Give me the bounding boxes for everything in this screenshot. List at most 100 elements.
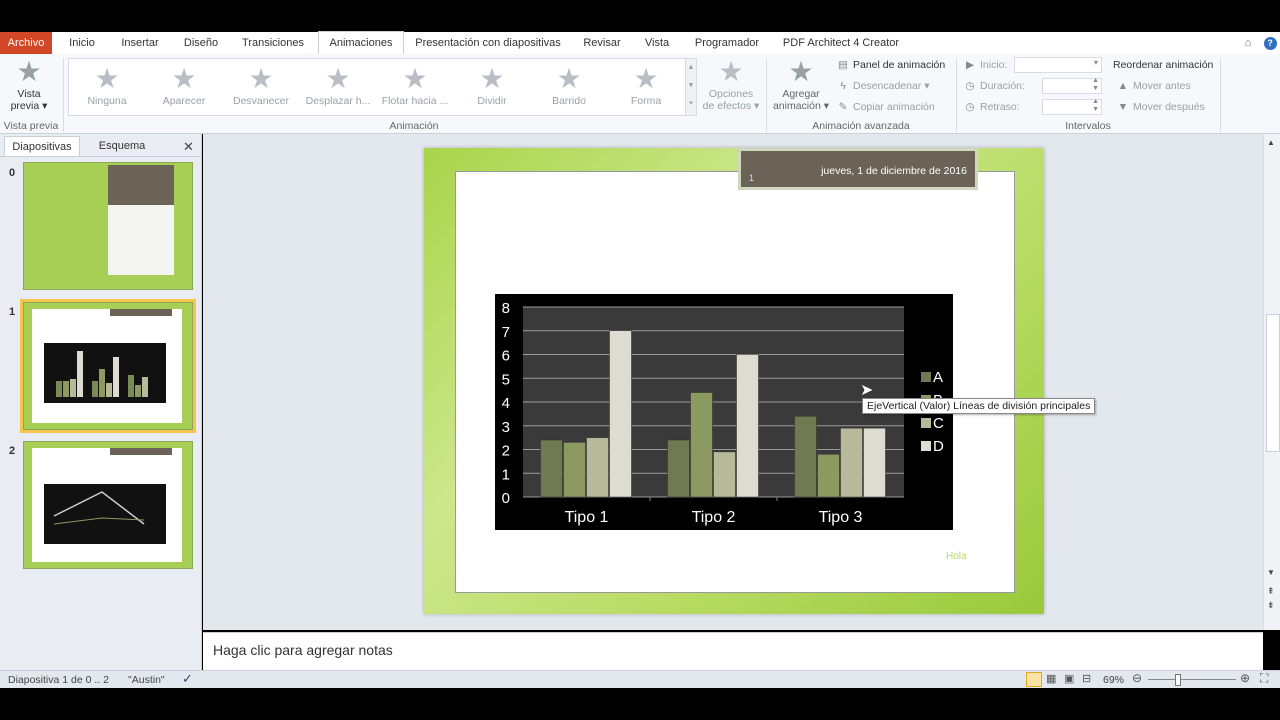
star-icon: ★: [633, 63, 659, 94]
bar-C-3: [840, 427, 863, 498]
y-tick-label: 6: [502, 348, 510, 365]
start-dropdown[interactable]: ▾: [1014, 57, 1102, 73]
normal-view-icon[interactable]: [1026, 672, 1042, 687]
y-tick-label: 0: [502, 490, 510, 507]
animation-pane-button[interactable]: ▤ Panel de animación: [837, 59, 945, 71]
triangle-up-icon: ▲: [1117, 80, 1129, 92]
zoom-slider[interactable]: [1148, 679, 1236, 680]
x-tick-label: Tipo 3: [819, 509, 863, 526]
y-tick-label: 1: [502, 466, 510, 483]
group-label-advanced: Animación avanzada: [812, 120, 910, 132]
slide-header-box[interactable]: 1 jueves, 1 de diciembre de 2016: [738, 148, 978, 190]
minimize-ribbon-icon[interactable]: ⌂: [1240, 32, 1256, 54]
thumb-page: [32, 309, 182, 423]
help-icon[interactable]: ?: [1262, 32, 1278, 54]
effect-options-button[interactable]: ★ Opciones de efectos ▾: [700, 56, 762, 113]
y-tick-label: 7: [502, 324, 510, 341]
thumb-page: [32, 448, 182, 562]
lightning-icon: ϟ: [840, 80, 846, 92]
duration-spinner[interactable]: ▲ ▼: [1042, 77, 1102, 94]
zoom-in-icon[interactable]: ⊕: [1240, 671, 1250, 685]
reading-view-icon[interactable]: ▣: [1064, 672, 1074, 685]
spinner-icon: ▲ ▼: [1092, 98, 1099, 113]
group-label-preview: Vista previa: [3, 120, 59, 132]
bar-D-3: [863, 427, 886, 498]
animation-gallery: ★ Ninguna ★ Aparecer ★ Desvanecer ★ Desplaza…: [68, 58, 686, 116]
vertical-scrollbar[interactable]: ▲ ▼ ⇞ ⇟: [1263, 134, 1280, 630]
ribbon: ★ Vista previa ▾ Vista previa ★ Ninguna ★…: [0, 54, 1280, 134]
add-animation-button[interactable]: ★ Agregar animación ▾: [770, 58, 832, 113]
bar-B-3: [817, 454, 840, 498]
tab-home[interactable]: Inicio: [58, 32, 106, 54]
slide-number: 1: [9, 306, 16, 318]
anim-wipe[interactable]: ★ Barrido: [531, 65, 607, 108]
slide-thumbnail-2[interactable]: [23, 441, 193, 569]
divider: [1220, 58, 1221, 132]
y-tick-label: 8: [502, 300, 510, 317]
copy-animation-button[interactable]: ✎ Copiar animación: [837, 101, 935, 113]
fit-window-icon[interactable]: ⛶: [1260, 671, 1268, 686]
slide-sorter-icon[interactable]: ▦: [1046, 672, 1056, 685]
anim-float-in[interactable]: ★ Flotar hacia ...: [377, 63, 453, 108]
slide-number: 0: [9, 167, 16, 179]
close-icon[interactable]: ✕: [183, 139, 194, 155]
effect-star-icon: ★: [718, 56, 744, 87]
slide-date: jueves, 1 de diciembre de 2016: [821, 165, 967, 177]
legend-label: A: [933, 369, 943, 386]
legend-label: C: [933, 415, 944, 432]
tab-file[interactable]: Archivo: [0, 32, 52, 54]
anim-none[interactable]: ★ Ninguna: [69, 63, 145, 108]
triangle-down-icon: ▼: [1117, 101, 1129, 113]
bar-C-1: [586, 437, 609, 498]
preview-label-2: previa: [10, 100, 40, 112]
tab-view[interactable]: Vista: [638, 32, 676, 54]
anim-split[interactable]: ★ Dividir: [454, 65, 530, 108]
y-tick-label: 4: [502, 395, 510, 412]
tab-developer[interactable]: Programador: [688, 32, 766, 54]
scroll-up-icon[interactable]: ▲: [1267, 138, 1275, 147]
bottom-bar: [0, 688, 1280, 720]
bar-A-1: [540, 439, 563, 498]
anim-shape[interactable]: ★ Forma: [608, 63, 684, 108]
trigger-button[interactable]: ϟ Desencadenar ▾: [837, 80, 929, 92]
anim-fade[interactable]: ★ Desvanecer: [223, 65, 299, 108]
slide-number: 2: [9, 445, 16, 457]
title-bar: [0, 0, 1280, 32]
chevron-down-icon: ▾: [1093, 58, 1098, 67]
start-label: ▶ Inicio:: [965, 59, 1008, 71]
anim-appear[interactable]: ★ Aparecer: [146, 65, 222, 108]
slides-panel: Diapositivas Esquema ✕ 0 1 2: [0, 134, 202, 670]
zoom-out-icon[interactable]: ⊖: [1132, 671, 1142, 685]
notes-pane[interactable]: Haga clic para agregar notas: [203, 632, 1263, 671]
delay-spinner[interactable]: ▲ ▼: [1042, 98, 1102, 115]
slide-thumbnail-0[interactable]: [23, 162, 193, 290]
tab-transitions[interactable]: Transiciones: [234, 32, 312, 54]
next-slide-icon[interactable]: ⇟: [1267, 600, 1275, 611]
tab-insert[interactable]: Insertar: [112, 32, 168, 54]
scroll-down-icon[interactable]: ▼: [1267, 568, 1275, 577]
tab-pdf-architect[interactable]: PDF Architect 4 Creator: [778, 32, 904, 54]
tab-design[interactable]: Diseño: [176, 32, 226, 54]
spellcheck-icon[interactable]: ✓: [182, 671, 193, 687]
tab-animations[interactable]: Animaciones: [318, 31, 404, 56]
slideshow-icon[interactable]: ⊟: [1082, 672, 1091, 685]
scroll-thumb[interactable]: [1266, 314, 1280, 452]
anim-fly-in[interactable]: ★ Desplazar h...: [300, 65, 376, 108]
previous-slide-icon[interactable]: ⇞: [1267, 586, 1275, 597]
tab-slides[interactable]: Diapositivas: [4, 136, 80, 157]
gallery-scroll[interactable]: ▲ ▼ ▾: [685, 58, 697, 116]
preview-button[interactable]: ★ Vista previa ▾: [6, 58, 52, 113]
slide-thumbnail-1[interactable]: [20, 299, 196, 433]
thumb-content-block: [108, 205, 174, 275]
tab-slideshow[interactable]: Presentación con diapositivas: [408, 32, 568, 54]
zoom-level[interactable]: 69%: [1103, 674, 1124, 686]
tab-outline[interactable]: Esquema: [84, 136, 160, 156]
star-icon: ★: [402, 63, 428, 94]
bar-D-1: [609, 330, 632, 498]
zoom-slider-thumb[interactable]: [1175, 674, 1181, 686]
move-earlier-button[interactable]: ▲ Mover antes: [1117, 80, 1191, 92]
star-icon: ★: [94, 63, 120, 94]
tab-review[interactable]: Revisar: [578, 32, 626, 54]
thumb-title-block: [108, 165, 174, 205]
move-later-button[interactable]: ▼ Mover después: [1117, 101, 1205, 113]
